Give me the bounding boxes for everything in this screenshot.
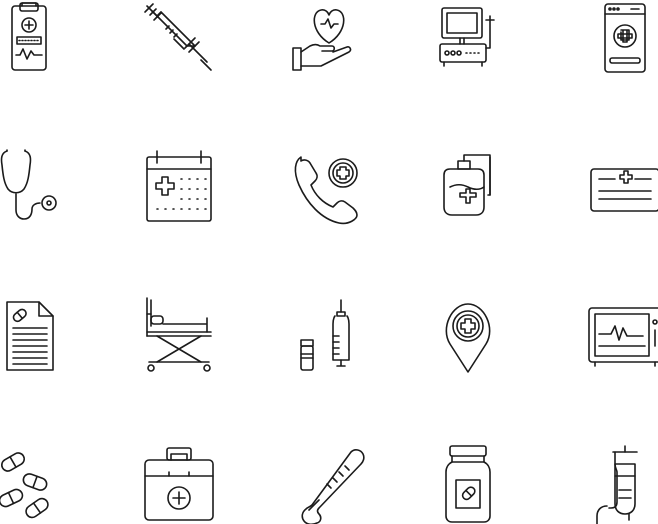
- emergency-call-icon: [289, 147, 369, 227]
- blood-bag-icon: [428, 147, 508, 227]
- medical-calendar-icon: [139, 147, 219, 227]
- iv-drip-icon: [585, 444, 658, 524]
- syringe-icon: [139, 0, 219, 78]
- clipboard-medical-icon: [0, 0, 69, 78]
- medicine-jar-icon: [428, 444, 508, 524]
- heart-rate-monitor-icon: [585, 296, 658, 376]
- thermometer-icon: [289, 444, 369, 524]
- first-aid-kit-icon: [139, 444, 219, 524]
- stretcher-icon: [139, 296, 219, 376]
- hand-heart-icon: [289, 0, 369, 78]
- stethoscope-icon: [0, 147, 69, 227]
- medical-icon-grid: [0, 0, 658, 524]
- health-card-icon: [585, 147, 658, 227]
- pills-icon: [0, 444, 69, 524]
- medical-report-icon: [0, 296, 69, 376]
- hospital-location-pin-icon: [428, 296, 508, 376]
- vaccine-vial-icon: [289, 296, 369, 376]
- medical-app-phone-icon: [585, 0, 658, 78]
- medical-monitor-device-icon: [428, 0, 508, 78]
